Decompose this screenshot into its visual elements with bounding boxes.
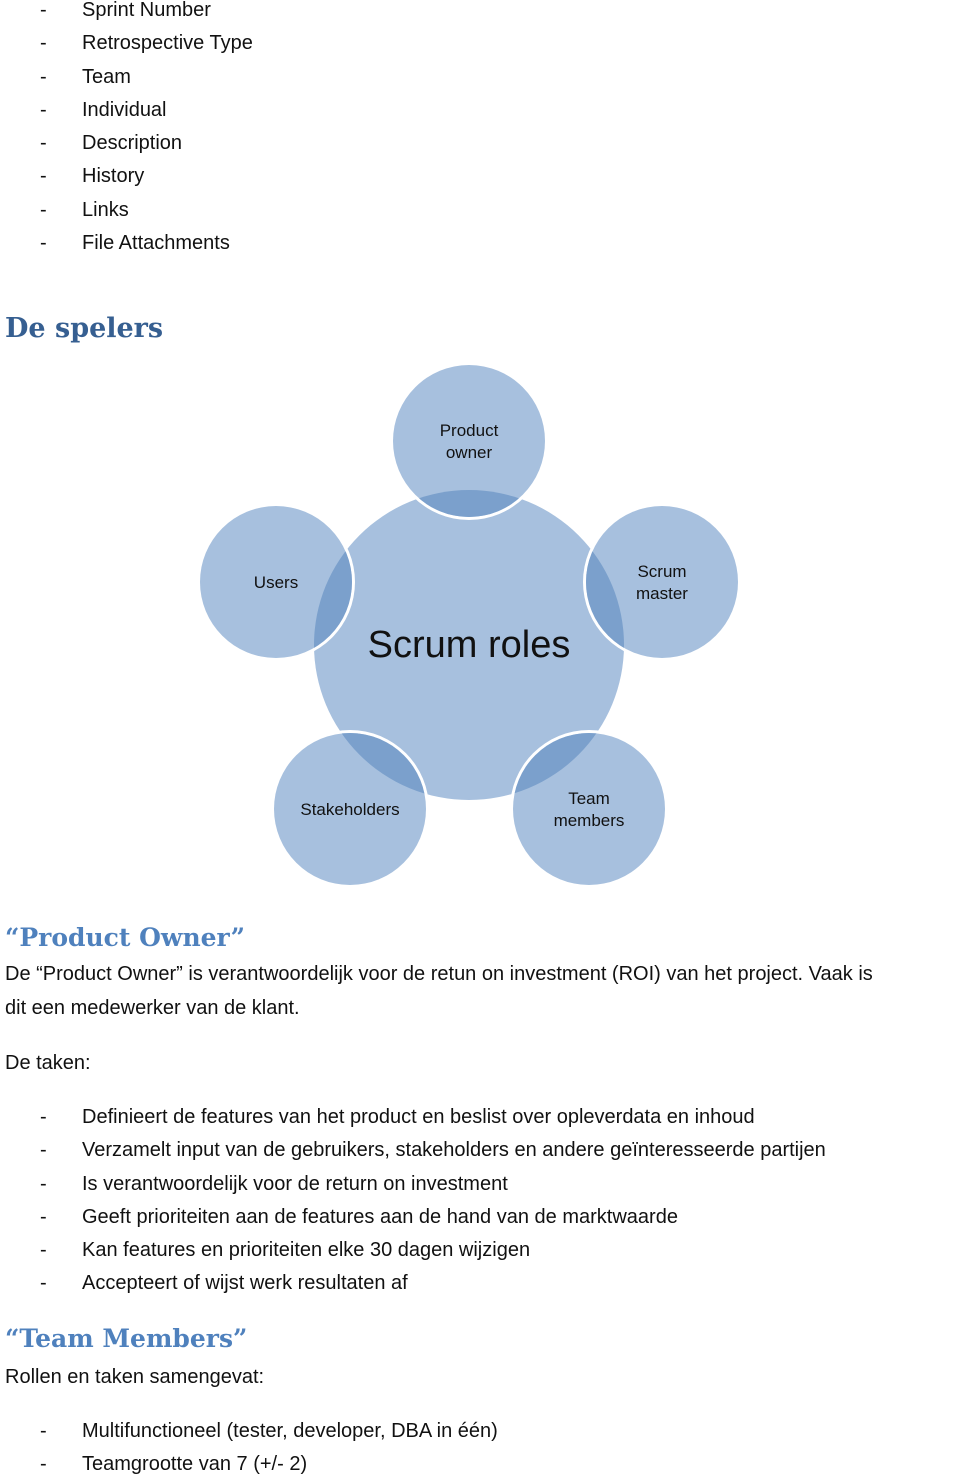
role-node-team-members: [510, 730, 668, 888]
role-label: owner: [446, 443, 493, 462]
scrum-roles-diagram: Product owner Scrum master Team members Stakeh…: [197, 362, 741, 888]
bullet-dash: -: [40, 65, 47, 88]
list-item-text: File Attachments: [82, 232, 230, 255]
bullet-dash: -: [40, 1106, 47, 1128]
tasks-label: De taken:: [5, 1052, 91, 1074]
list-item-text: Multifunctioneel (tester, developer, DBA…: [82, 1420, 498, 1442]
list-item-text: Individual: [82, 98, 167, 121]
bullet-dash: -: [40, 32, 47, 55]
product-owner-intro-line-2: dit een medewerker van de klant.: [5, 997, 300, 1019]
bullet-dash: -: [40, 232, 47, 255]
bullet-dash: -: [40, 198, 47, 221]
list-item-text: Kan features en prioriteiten elke 30 dag…: [82, 1239, 531, 1262]
bullet-dash: -: [40, 0, 47, 21]
list-item-text: Sprint Number: [82, 0, 211, 21]
list-item-text: Links: [82, 198, 129, 221]
list-item-text: Team: [82, 65, 131, 88]
bullet-dash: -: [40, 1272, 47, 1295]
list-item-text: Teamgrootte van 7 (+/- 2): [82, 1453, 308, 1476]
list-item-text: Is verantwoordelijk voor de return on in…: [82, 1172, 508, 1195]
bullet-dash: -: [40, 1139, 47, 1162]
bullet-dash: -: [40, 132, 47, 155]
role-node-product-owner: [390, 362, 548, 520]
list-item-text: Retrospective Type: [82, 32, 253, 55]
role-label: master: [636, 584, 688, 603]
team-members-summary-label: Rollen en taken samengevat:: [5, 1366, 265, 1388]
center-label: Scrum roles: [368, 624, 571, 666]
role-label: Stakeholders: [300, 800, 399, 819]
section-heading-spelers: De spelers: [5, 313, 164, 344]
product-owner-intro-line-1: De “Product Owner” is verantwoordelijk v…: [5, 963, 873, 985]
role-node-scrum-master: [583, 503, 741, 661]
bullet-dash: -: [40, 1239, 47, 1262]
section-heading-team-members: “Team Members”: [5, 1324, 248, 1353]
bullet-dash: -: [40, 1420, 47, 1442]
list-item-text: Description: [82, 132, 183, 155]
list-item-text: History: [82, 165, 145, 188]
role-label: members: [554, 811, 625, 830]
role-label: Team: [568, 789, 610, 808]
role-label: Product: [440, 421, 499, 440]
list-item-text: Verzamelt input van de gebruikers, stake…: [82, 1139, 826, 1162]
bullet-dash: -: [40, 1453, 47, 1476]
role-label: Scrum: [637, 562, 686, 581]
bullet-dash: -: [40, 165, 47, 188]
list-item-text: Geeft prioriteiten aan de features aan d…: [82, 1205, 678, 1228]
bullet-dash: -: [40, 1172, 47, 1195]
role-label: Users: [254, 573, 298, 592]
bullet-dash: -: [40, 98, 47, 121]
list-item-text: Accepteert of wijst werk resultaten af: [82, 1272, 408, 1295]
section-heading-product-owner: “Product Owner”: [5, 923, 246, 952]
list-item-text: Definieert de features van het product e…: [82, 1106, 755, 1128]
bullet-dash: -: [40, 1205, 47, 1228]
